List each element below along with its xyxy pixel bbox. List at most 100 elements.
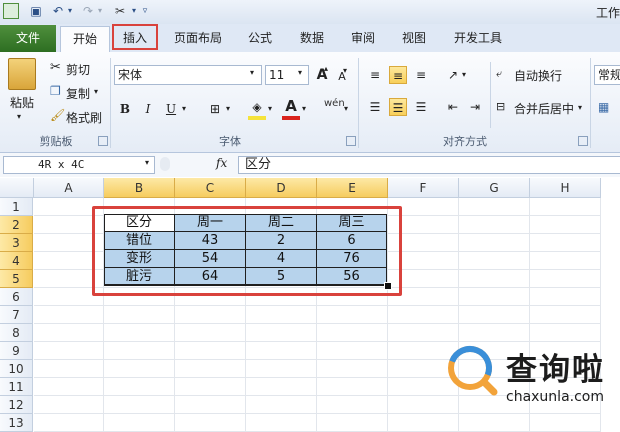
- name-box-dropdown-icon[interactable]: ▾: [145, 158, 149, 167]
- customize-quick-access-icon[interactable]: ▿: [137, 3, 153, 19]
- grid-cell[interactable]: [388, 396, 459, 414]
- align-middle-icon[interactable]: ≡: [389, 66, 407, 84]
- grid-cell[interactable]: [246, 414, 317, 432]
- column-header-d[interactable]: D: [246, 178, 317, 198]
- tab-formulas[interactable]: 公式: [240, 26, 280, 50]
- grid-cell[interactable]: [459, 288, 530, 306]
- row-header-5[interactable]: 5: [0, 270, 33, 288]
- column-header-h[interactable]: H: [530, 178, 601, 198]
- grid-cell[interactable]: [459, 216, 530, 234]
- paste-dropdown-icon[interactable]: ▾: [17, 112, 21, 121]
- column-header-c[interactable]: C: [175, 178, 246, 198]
- row-header-11[interactable]: 11: [0, 378, 33, 396]
- merge-center-button[interactable]: 合并后居中: [514, 100, 574, 117]
- tab-review[interactable]: 审阅: [343, 26, 383, 50]
- grid-cell[interactable]: [34, 360, 104, 378]
- grid-cell[interactable]: [175, 414, 246, 432]
- paste-icon[interactable]: [8, 58, 36, 90]
- fill-color-icon[interactable]: ◈: [248, 98, 266, 116]
- grid-cell[interactable]: [175, 396, 246, 414]
- font-color-button[interactable]: A: [282, 97, 300, 115]
- column-header-e[interactable]: E: [317, 178, 388, 198]
- orientation-dropdown-icon[interactable]: ▾: [462, 70, 466, 79]
- tab-page-layout[interactable]: 页面布局: [168, 26, 228, 50]
- grow-font-button[interactable]: A: [313, 66, 331, 84]
- grid-cell[interactable]: [388, 324, 459, 342]
- row-header-10[interactable]: 10: [0, 360, 33, 378]
- merge-dropdown-icon[interactable]: ▾: [578, 103, 582, 112]
- number-format-select[interactable]: 常规: [594, 65, 620, 85]
- grid-cell[interactable]: [530, 324, 601, 342]
- grid-cell[interactable]: [34, 378, 104, 396]
- grid-cell[interactable]: [175, 324, 246, 342]
- insert-function-button[interactable]: fx: [216, 156, 227, 170]
- italic-button[interactable]: I: [139, 100, 157, 118]
- grid-cell[interactable]: [246, 324, 317, 342]
- wrap-text-button[interactable]: 自动换行: [514, 67, 562, 84]
- grid-cell[interactable]: [246, 378, 317, 396]
- bold-button[interactable]: B: [116, 100, 134, 118]
- save-icon[interactable]: ▣: [28, 3, 44, 19]
- align-left-icon[interactable]: ☰: [366, 98, 384, 116]
- grid-cell[interactable]: [317, 342, 388, 360]
- grid-cell[interactable]: [246, 306, 317, 324]
- row-header-8[interactable]: 8: [0, 324, 33, 342]
- format-painter-button[interactable]: 格式刷: [66, 109, 102, 126]
- orientation-icon[interactable]: ↗: [444, 66, 462, 84]
- grid-cell[interactable]: [104, 306, 175, 324]
- borders-icon[interactable]: ⊞: [206, 100, 224, 118]
- grid-cell[interactable]: [530, 216, 601, 234]
- select-all-corner[interactable]: [0, 178, 34, 198]
- row-header-9[interactable]: 9: [0, 342, 33, 360]
- underline-button[interactable]: U: [162, 100, 180, 118]
- grid-cell[interactable]: [459, 324, 530, 342]
- grid-cell[interactable]: [388, 306, 459, 324]
- grid-cell[interactable]: [175, 306, 246, 324]
- grid-cell[interactable]: [104, 378, 175, 396]
- grid-cell[interactable]: [317, 378, 388, 396]
- grid-cell[interactable]: [530, 288, 601, 306]
- copy-dropdown-icon[interactable]: ▾: [94, 87, 98, 96]
- grid-cell[interactable]: [34, 414, 104, 432]
- paste-button[interactable]: 粘贴: [10, 94, 34, 111]
- grid-cell[interactable]: [317, 414, 388, 432]
- grid-cell[interactable]: [388, 414, 459, 432]
- cut-button[interactable]: 剪切: [66, 61, 90, 78]
- grid-cell[interactable]: [317, 324, 388, 342]
- row-header-12[interactable]: 12: [0, 396, 33, 414]
- grid-cell[interactable]: [104, 396, 175, 414]
- row-header-6[interactable]: 6: [0, 288, 33, 306]
- font-name-dropdown-icon[interactable]: ▾: [250, 68, 254, 77]
- formula-input[interactable]: 区分: [238, 156, 620, 174]
- align-right-icon[interactable]: ☰: [412, 98, 430, 116]
- row-header-13[interactable]: 13: [0, 414, 33, 432]
- cut-icon[interactable]: ✂: [50, 60, 61, 75]
- column-header-f[interactable]: F: [388, 178, 459, 198]
- phonetic-dropdown-icon[interactable]: ▾: [344, 104, 348, 113]
- grid-cell[interactable]: [104, 342, 175, 360]
- clipboard-launcher-icon[interactable]: [98, 136, 108, 146]
- grid-cell[interactable]: [175, 378, 246, 396]
- grid-cell[interactable]: [530, 198, 601, 216]
- font-name-select[interactable]: 宋体: [114, 65, 262, 85]
- grid-cell[interactable]: [530, 270, 601, 288]
- column-header-b[interactable]: B: [104, 178, 175, 198]
- copy-button[interactable]: 复制: [66, 85, 90, 102]
- row-header-1[interactable]: 1: [0, 198, 33, 216]
- currency-icon[interactable]: ▦: [598, 100, 609, 114]
- grid-cell[interactable]: [246, 396, 317, 414]
- row-header-7[interactable]: 7: [0, 306, 33, 324]
- tab-view[interactable]: 视图: [394, 26, 434, 50]
- font-color-dropdown-icon[interactable]: ▾: [302, 104, 306, 113]
- column-header-g[interactable]: G: [459, 178, 530, 198]
- grid-cell[interactable]: [459, 270, 530, 288]
- grid-cell[interactable]: [317, 396, 388, 414]
- grid-cell[interactable]: [317, 306, 388, 324]
- undo-dropdown-icon[interactable]: ▾: [62, 3, 78, 19]
- row-header-3[interactable]: 3: [0, 234, 33, 252]
- wrap-text-icon[interactable]: ⤶: [496, 67, 502, 81]
- grid-cell[interactable]: [175, 360, 246, 378]
- grid-cell[interactable]: [530, 252, 601, 270]
- merge-center-icon[interactable]: ⊟: [496, 100, 505, 113]
- row-header-4[interactable]: 4: [0, 252, 33, 270]
